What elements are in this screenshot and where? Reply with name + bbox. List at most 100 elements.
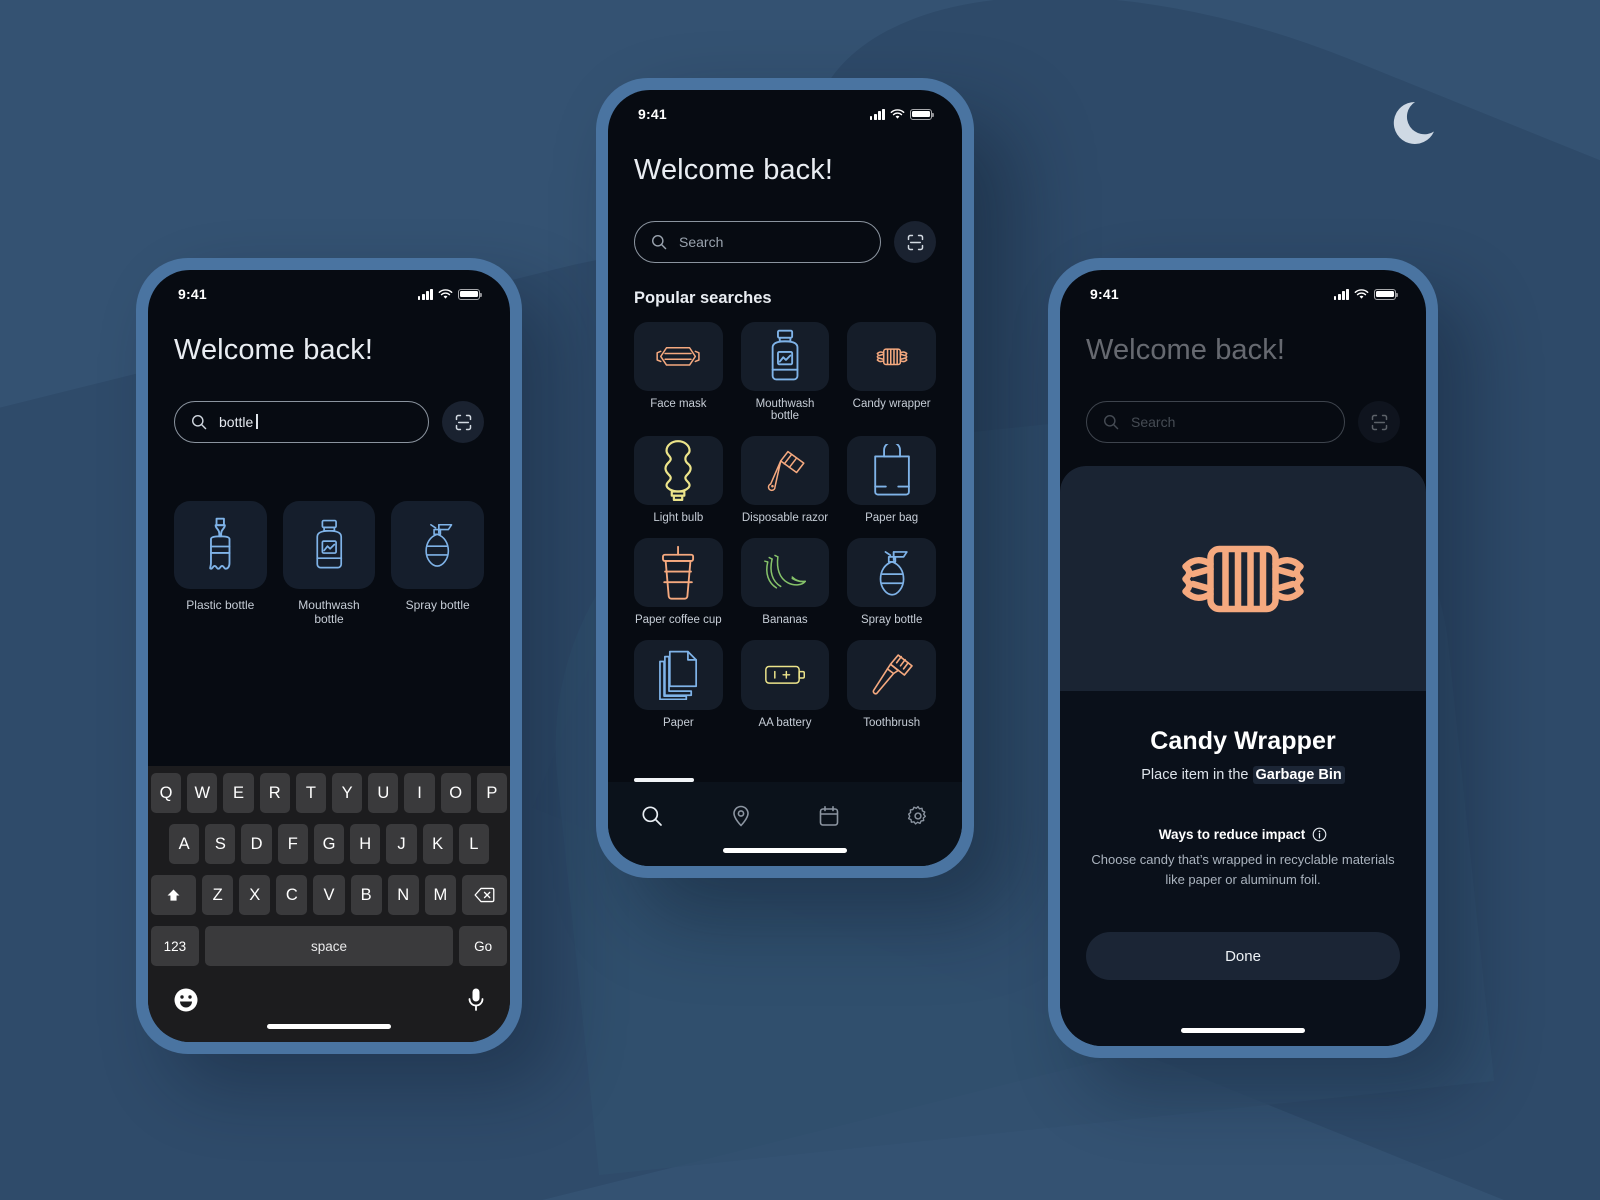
microphone-icon[interactable] — [467, 987, 485, 1013]
status-bar: 9:41 — [148, 270, 510, 304]
wifi-icon — [890, 108, 905, 119]
wifi-icon — [438, 288, 453, 299]
popular-tile-label: Paper coffee cup — [634, 614, 722, 627]
key-o[interactable]: O — [440, 773, 471, 813]
key-a[interactable]: A — [169, 824, 200, 864]
result-tile[interactable]: Plastic bottle — [174, 501, 267, 626]
key-go[interactable]: Go — [459, 926, 507, 966]
popular-tile[interactable]: Paper — [634, 640, 723, 729]
key-s[interactable]: S — [205, 824, 236, 864]
key-space[interactable]: space — [204, 926, 454, 966]
phone-center-app: Welcome back! Search Popular searches Fa… — [608, 154, 962, 729]
popular-tile[interactable]: Mouthwash bottle — [740, 322, 830, 422]
sheet-hero — [1060, 466, 1426, 691]
key-k[interactable]: K — [422, 824, 453, 864]
key-numbers[interactable]: 123 — [151, 926, 199, 966]
key-d[interactable]: D — [241, 824, 272, 864]
info-circle-icon[interactable] — [1312, 827, 1327, 842]
crescent-moon-icon — [1390, 93, 1448, 151]
key-backspace[interactable] — [461, 875, 507, 915]
key-z[interactable]: Z — [202, 875, 234, 915]
search-input[interactable]: bottle — [174, 401, 429, 443]
key-x[interactable]: X — [239, 875, 271, 915]
popular-tile-label: Toothbrush — [863, 716, 921, 729]
search-icon — [642, 806, 663, 826]
scan-button[interactable] — [1358, 401, 1400, 443]
key-j[interactable]: J — [386, 824, 417, 864]
popular-tile[interactable]: Paper bag — [847, 436, 936, 524]
key-y[interactable]: Y — [332, 773, 363, 813]
status-icons — [417, 288, 483, 300]
status-icons — [1333, 288, 1399, 300]
search-row: Search — [634, 221, 936, 263]
popular-tile[interactable]: Disposable razor — [740, 436, 830, 524]
key-c[interactable]: C — [276, 875, 308, 915]
phone-center: 9:41 Welcome back! Search Popular search… — [596, 78, 974, 878]
tab-calendar[interactable] — [808, 798, 850, 834]
key-q[interactable]: Q — [150, 773, 182, 813]
onscreen-keyboard[interactable]: Q W E R T Y U I O P A S D F G H J K L Z … — [148, 766, 510, 1042]
face-mask-icon — [656, 347, 700, 366]
popular-tile[interactable]: Paper coffee cup — [634, 538, 723, 626]
popular-tile[interactable]: Bananas — [740, 538, 830, 626]
result-tile[interactable]: Spray bottle — [391, 501, 484, 626]
search-input-value: bottle — [219, 414, 254, 430]
key-b[interactable]: B — [350, 875, 382, 915]
search-input[interactable]: Search — [634, 221, 881, 263]
tab-search[interactable] — [631, 798, 673, 834]
key-w[interactable]: W — [187, 773, 218, 813]
phone-right-screen: 9:41 Welcome back! Search Candy Wrapper … — [1060, 270, 1426, 1046]
candy-wrapper-icon — [876, 348, 908, 366]
scan-button[interactable] — [442, 401, 484, 443]
popular-tile[interactable]: Toothbrush — [847, 640, 936, 729]
search-input[interactable]: Search — [1086, 401, 1345, 443]
status-icons — [869, 108, 935, 120]
result-tile-box — [174, 501, 267, 590]
result-tile[interactable]: Mouthwash bottle — [282, 501, 376, 626]
spray-bottle-icon — [879, 550, 908, 596]
key-r[interactable]: R — [259, 773, 290, 813]
key-h[interactable]: H — [350, 824, 381, 864]
key-g[interactable]: G — [313, 824, 345, 864]
phone-left-app: Welcome back! bottle Plastic bottle Mout… — [148, 334, 510, 626]
popular-tile-label: AA battery — [758, 716, 812, 729]
key-m[interactable]: M — [424, 875, 456, 915]
phone-right-app-dimmed: Welcome back! Search — [1060, 334, 1426, 443]
key-v[interactable]: V — [313, 875, 345, 915]
page-title: Welcome back! — [174, 334, 374, 366]
popular-tile-box — [634, 640, 723, 710]
scan-button[interactable] — [894, 221, 936, 263]
backspace-icon — [474, 887, 495, 903]
key-l[interactable]: L — [458, 824, 489, 864]
popular-tile[interactable]: Face mask — [634, 322, 723, 422]
result-tile-label: Spray bottle — [405, 598, 470, 613]
battery-icon — [910, 108, 935, 120]
popular-tile[interactable]: AA battery — [740, 640, 830, 729]
tab-map[interactable] — [720, 798, 762, 834]
key-t[interactable]: T — [295, 773, 326, 813]
popular-tile[interactable]: Candy wrapper — [847, 322, 936, 422]
popular-tile[interactable]: Light bulb — [634, 436, 723, 524]
key-shift[interactable] — [151, 875, 197, 915]
key-p[interactable]: P — [476, 773, 508, 813]
key-f[interactable]: F — [277, 824, 308, 864]
key-i[interactable]: I — [404, 773, 435, 813]
key-e[interactable]: E — [223, 773, 254, 813]
key-n[interactable]: N — [387, 875, 419, 915]
paper-sheets-icon — [659, 651, 698, 700]
calendar-icon — [819, 805, 839, 826]
popular-tile-box — [740, 322, 830, 392]
home-indicator — [1181, 1028, 1305, 1033]
done-button[interactable]: Done — [1086, 932, 1400, 980]
popular-tile[interactable]: Spray bottle — [847, 538, 936, 626]
emoji-smiley-icon[interactable] — [173, 987, 199, 1013]
page-title: Welcome back! — [1086, 334, 1286, 366]
tab-settings[interactable] — [897, 798, 939, 834]
result-tile-label: Plastic bottle — [186, 598, 255, 613]
popular-tile-label: Face mask — [650, 398, 707, 411]
popular-tile-box — [634, 322, 723, 392]
popular-tile-box — [847, 322, 936, 392]
popular-tile-box — [847, 538, 936, 608]
key-u[interactable]: U — [368, 773, 399, 813]
bottom-tab-bar — [608, 778, 962, 866]
